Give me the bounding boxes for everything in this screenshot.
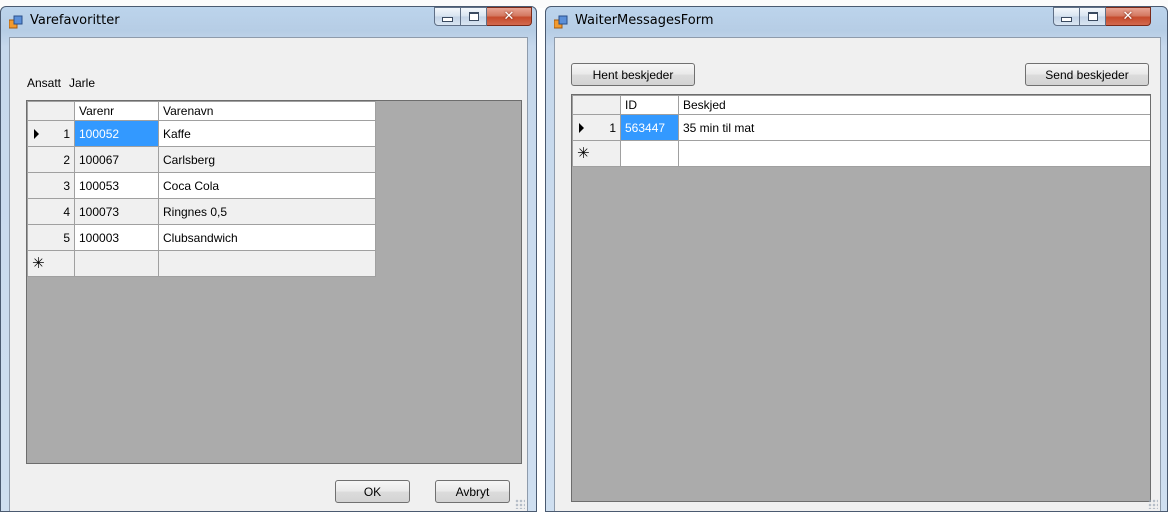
cell-varenr[interactable]: 100073 xyxy=(74,198,159,225)
table-row[interactable]: 3 100053 Coca Cola xyxy=(27,172,376,199)
cell-beskjed[interactable]: 35 min til mat xyxy=(678,114,1150,141)
form-client-area: Ansatt Jarle Varenr Varenavn 1 100052 Ka… xyxy=(9,37,528,511)
new-row[interactable]: ✳ xyxy=(572,140,1150,167)
minimize-button[interactable] xyxy=(434,7,461,26)
cell-varenr[interactable]: 100067 xyxy=(74,146,159,173)
cell-varenr[interactable]: 100052 xyxy=(74,120,159,147)
row-number: 5 xyxy=(63,230,70,245)
table-row[interactable]: 2 100067 Carlsberg xyxy=(27,146,376,173)
form-client-area: Hent beskjeder Send beskjeder ID Beskjed… xyxy=(554,37,1161,511)
messages-table: ID Beskjed 1 563447 35 min til mat ✳ xyxy=(572,95,1150,167)
app-icon xyxy=(554,15,568,29)
row-number: 2 xyxy=(63,152,70,167)
titlebar[interactable]: WaiterMessagesForm ✕ xyxy=(546,7,1167,35)
row-header[interactable]: 4 xyxy=(27,198,75,225)
column-header-id[interactable]: ID xyxy=(620,95,679,115)
table-row[interactable]: 5 100003 Clubsandwich xyxy=(27,224,376,251)
new-row-icon: ✳ xyxy=(32,254,45,272)
column-header-varenavn[interactable]: Varenavn xyxy=(158,101,376,121)
table-row[interactable]: 4 100073 Ringnes 0,5 xyxy=(27,198,376,225)
column-header-varenr[interactable]: Varenr xyxy=(74,101,159,121)
window-title: Varefavoritter xyxy=(30,13,120,28)
row-header[interactable]: 1 xyxy=(27,120,75,147)
ok-button[interactable]: OK xyxy=(335,480,410,503)
maximize-button[interactable] xyxy=(461,7,487,26)
row-header[interactable]: 2 xyxy=(27,146,75,173)
waiter-messages-window: WaiterMessagesForm ✕ Hent beskjeder Send… xyxy=(545,6,1168,512)
varefavoritter-table: Varenr Varenavn 1 100052 Kaffe 2 100067 … xyxy=(27,101,376,277)
minimize-button[interactable] xyxy=(1053,7,1080,26)
cell-varenavn[interactable]: Carlsberg xyxy=(158,146,376,173)
cell-varenr[interactable]: 100003 xyxy=(74,224,159,251)
current-row-arrow-icon xyxy=(34,129,39,139)
cell-varenavn[interactable]: Ringnes 0,5 xyxy=(158,198,376,225)
column-header-beskjed[interactable]: Beskjed xyxy=(678,95,1150,115)
header-row: Varenr Varenavn xyxy=(27,101,376,121)
cell-id[interactable] xyxy=(620,140,679,167)
current-row-arrow-icon xyxy=(579,123,584,133)
app-icon xyxy=(9,15,23,29)
corner-header[interactable] xyxy=(27,101,75,121)
close-icon: ✕ xyxy=(503,9,515,24)
messages-grid[interactable]: ID Beskjed 1 563447 35 min til mat ✳ xyxy=(571,94,1151,502)
fetch-messages-button[interactable]: Hent beskjeder xyxy=(571,63,695,86)
cell-id[interactable]: 563447 xyxy=(620,114,679,141)
cell-varenr[interactable] xyxy=(74,250,159,277)
row-header[interactable]: 1 xyxy=(572,114,621,141)
cancel-button[interactable]: Avbryt xyxy=(435,480,510,503)
resize-grip-icon[interactable] xyxy=(1148,499,1158,509)
header-row: ID Beskjed xyxy=(572,95,1150,115)
row-number: 3 xyxy=(63,178,70,193)
cell-varenavn[interactable]: Clubsandwich xyxy=(158,224,376,251)
caption-buttons: ✕ xyxy=(1053,7,1151,27)
row-number: 1 xyxy=(63,126,70,141)
ansatt-label: Ansatt xyxy=(27,76,62,90)
cell-varenavn[interactable] xyxy=(158,250,376,277)
cell-beskjed[interactable] xyxy=(678,140,1150,167)
send-messages-button[interactable]: Send beskjeder xyxy=(1025,63,1149,86)
varefavoritter-window: Varefavoritter ✕ Ansatt Jarle Varenr Var… xyxy=(0,6,537,512)
resize-grip-icon[interactable] xyxy=(515,499,525,509)
new-row-icon: ✳ xyxy=(577,144,590,162)
window-title: WaiterMessagesForm xyxy=(575,13,714,28)
cell-varenavn[interactable]: Kaffe xyxy=(158,120,376,147)
table-row[interactable]: 1 563447 35 min til mat xyxy=(572,114,1150,141)
titlebar[interactable]: Varefavoritter ✕ xyxy=(1,7,536,35)
varefavoritter-grid[interactable]: Varenr Varenavn 1 100052 Kaffe 2 100067 … xyxy=(26,100,522,464)
row-header[interactable]: ✳ xyxy=(27,250,75,277)
minimize-icon xyxy=(435,8,460,25)
corner-header[interactable] xyxy=(572,95,621,115)
row-header[interactable]: 5 xyxy=(27,224,75,251)
row-header[interactable]: 3 xyxy=(27,172,75,199)
minimize-icon xyxy=(1054,8,1079,25)
row-number: 4 xyxy=(63,204,70,219)
cell-varenavn[interactable]: Coca Cola xyxy=(158,172,376,199)
close-button[interactable]: ✕ xyxy=(487,7,532,26)
close-icon: ✕ xyxy=(1122,9,1134,24)
cell-varenr[interactable]: 100053 xyxy=(74,172,159,199)
table-row[interactable]: 1 100052 Kaffe xyxy=(27,120,376,147)
new-row[interactable]: ✳ xyxy=(27,250,376,277)
maximize-icon xyxy=(1080,8,1105,25)
maximize-button[interactable] xyxy=(1080,7,1106,26)
ansatt-value: Jarle xyxy=(69,76,96,90)
maximize-icon xyxy=(461,8,486,25)
close-button[interactable]: ✕ xyxy=(1106,7,1151,26)
caption-buttons: ✕ xyxy=(434,7,532,27)
row-number: 1 xyxy=(609,120,616,135)
row-header[interactable]: ✳ xyxy=(572,140,621,167)
